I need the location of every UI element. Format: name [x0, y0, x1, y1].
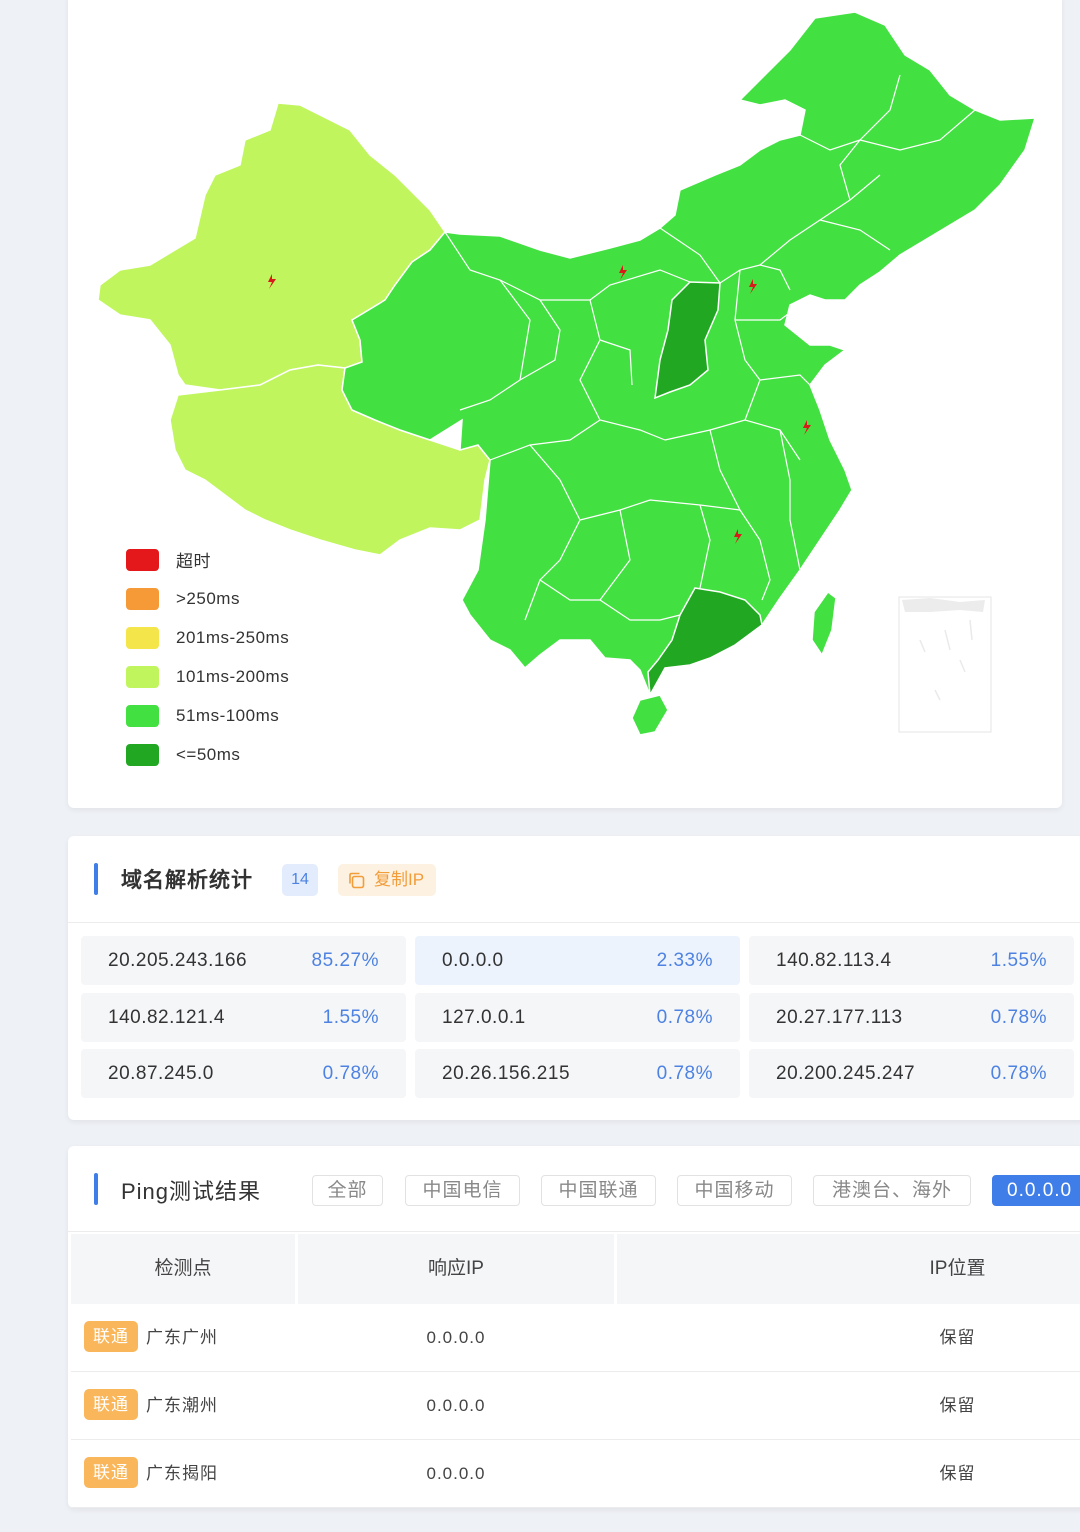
- dns-ip-percentage: 0.78%: [656, 1063, 713, 1084]
- legend-item[interactable]: 101ms-200ms: [126, 657, 289, 696]
- table-row[interactable]: 联通 广东广州 0.0.0.0 保留: [71, 1304, 1080, 1372]
- header-probe-point[interactable]: 检测点: [71, 1234, 295, 1304]
- ip-location: 保留: [939, 1328, 976, 1347]
- latency-legend: 超时 >250ms 201ms-250ms 101ms-200ms 51ms-100ms…: [126, 540, 289, 774]
- response-ip: 0.0.0.0: [426, 1464, 486, 1483]
- tab-4[interactable]: 港澳台、海外: [813, 1175, 971, 1206]
- dns-ip-address: 20.205.243.166: [108, 950, 248, 971]
- dns-ip-address: 0.0.0.0: [442, 950, 504, 971]
- ping-card-title: Ping测试结果: [121, 1179, 262, 1204]
- ping-card-header: Ping测试结果 全部 中国电信 中国联通 中国移动 港澳台、海外 0.0.0.0: [68, 1146, 1080, 1232]
- isp-badge: 联通: [84, 1457, 138, 1488]
- region-taiwan[interactable]: [811, 590, 837, 657]
- region-hainan[interactable]: [631, 694, 669, 736]
- legend-label: 201ms-250ms: [176, 627, 290, 647]
- dns-ip-item[interactable]: 127.0.0.1 0.78%: [415, 993, 740, 1042]
- copy-ip-button[interactable]: 复制IP: [338, 864, 436, 896]
- legend-swatch: [126, 626, 159, 649]
- dns-ip-address: 20.27.177.113: [776, 1007, 903, 1028]
- legend-item[interactable]: >250ms: [126, 579, 289, 618]
- title-accent-bar: [94, 863, 98, 895]
- dns-ip-percentage: 2.33%: [656, 950, 713, 971]
- tab-5[interactable]: 0.0.0.0: [992, 1175, 1080, 1206]
- dns-ip-item[interactable]: 20.26.156.215 0.78%: [415, 1049, 740, 1098]
- dns-ip-percentage: 0.78%: [656, 1007, 713, 1028]
- dns-ip-address: 20.87.245.0: [108, 1063, 214, 1084]
- isp-badge: 联通: [84, 1389, 138, 1420]
- tab-3[interactable]: 中国移动: [677, 1175, 792, 1206]
- legend-label: 超时: [176, 552, 211, 571]
- south-china-sea-inset: [898, 596, 992, 733]
- dns-ip-address: 20.200.245.247: [776, 1063, 916, 1084]
- response-ip: 0.0.0.0: [426, 1396, 486, 1415]
- tab-2[interactable]: 中国联通: [541, 1175, 656, 1206]
- legend-label: >250ms: [176, 588, 240, 608]
- dns-card-header: 域名解析统计 14 复制IP: [68, 836, 1080, 923]
- dns-ip-item[interactable]: 20.27.177.113 0.78%: [749, 993, 1074, 1042]
- copy-ip-label: 复制IP: [374, 870, 425, 889]
- dns-ip-percentage: 1.55%: [322, 1007, 379, 1028]
- probe-location: 广东揭阳: [146, 1464, 218, 1483]
- dns-ip-item[interactable]: 140.82.113.4 1.55%: [749, 936, 1074, 985]
- table-row[interactable]: 联通 广东揭阳 0.0.0.0 保留: [71, 1440, 1080, 1508]
- isp-badge: 联通: [84, 1321, 138, 1352]
- probe-location: 广东潮州: [146, 1396, 218, 1415]
- dns-ip-address: 140.82.113.4: [776, 950, 892, 971]
- legend-item[interactable]: 超时: [126, 540, 289, 579]
- dns-card-title: 域名解析统计: [121, 869, 253, 892]
- legend-swatch: [126, 548, 159, 571]
- dns-ip-address: 140.82.121.4: [108, 1007, 225, 1028]
- legend-item[interactable]: 51ms-100ms: [126, 696, 289, 735]
- dns-ip-percentage: 0.78%: [990, 1007, 1047, 1028]
- header-ip-location[interactable]: IP位置: [617, 1234, 1080, 1304]
- dns-ip-percentage: 0.78%: [990, 1063, 1047, 1084]
- ip-location: 保留: [939, 1396, 976, 1415]
- dns-ip-percentage: 1.55%: [990, 950, 1047, 971]
- table-row[interactable]: 联通 广东潮州 0.0.0.0 保留: [71, 1372, 1080, 1440]
- tab-0[interactable]: 全部: [312, 1175, 383, 1206]
- title-accent-bar: [94, 1173, 98, 1205]
- legend-item[interactable]: <=50ms: [126, 735, 289, 774]
- dns-resolution-card: 域名解析统计 14 复制IP 20.205.243.166 85.27% 0.0.0…: [68, 836, 1080, 1120]
- dns-ip-address: 127.0.0.1: [442, 1007, 526, 1028]
- dns-ip-percentage: 0.78%: [322, 1063, 379, 1084]
- ping-results-card: Ping测试结果 全部 中国电信 中国联通 中国移动 港澳台、海外 0.0.0.0 检测点…: [68, 1146, 1080, 1508]
- header-response-ip[interactable]: 响应IP: [298, 1234, 614, 1304]
- dns-ip-item[interactable]: 140.82.121.4 1.55%: [81, 993, 406, 1042]
- legend-swatch: [126, 665, 159, 688]
- legend-label: 51ms-100ms: [176, 705, 280, 725]
- legend-swatch: [126, 587, 159, 610]
- legend-swatch: [126, 743, 159, 766]
- legend-swatch: [126, 704, 159, 727]
- dns-count-badge: 14: [282, 864, 318, 896]
- dns-ip-item[interactable]: 20.205.243.166 85.27%: [81, 936, 406, 985]
- legend-label: 101ms-200ms: [176, 666, 290, 686]
- tab-1[interactable]: 中国电信: [405, 1175, 520, 1206]
- dns-ip-address: 20.26.156.215: [442, 1063, 571, 1084]
- dns-ip-item[interactable]: 0.0.0.0 2.33%: [415, 936, 740, 985]
- copy-icon: [349, 872, 365, 889]
- legend-label: <=50ms: [176, 744, 241, 764]
- latency-map-card: 超时 >250ms 201ms-250ms 101ms-200ms 51ms-100ms…: [68, 0, 1062, 808]
- probe-location: 广东广州: [146, 1328, 218, 1347]
- dns-ip-percentage: 85.27%: [311, 950, 379, 971]
- response-ip: 0.0.0.0: [426, 1328, 486, 1347]
- ip-location: 保留: [939, 1464, 976, 1483]
- dns-ip-item[interactable]: 20.200.245.247 0.78%: [749, 1049, 1074, 1098]
- dns-ip-item[interactable]: 20.87.245.0 0.78%: [81, 1049, 406, 1098]
- legend-item[interactable]: 201ms-250ms: [126, 618, 289, 657]
